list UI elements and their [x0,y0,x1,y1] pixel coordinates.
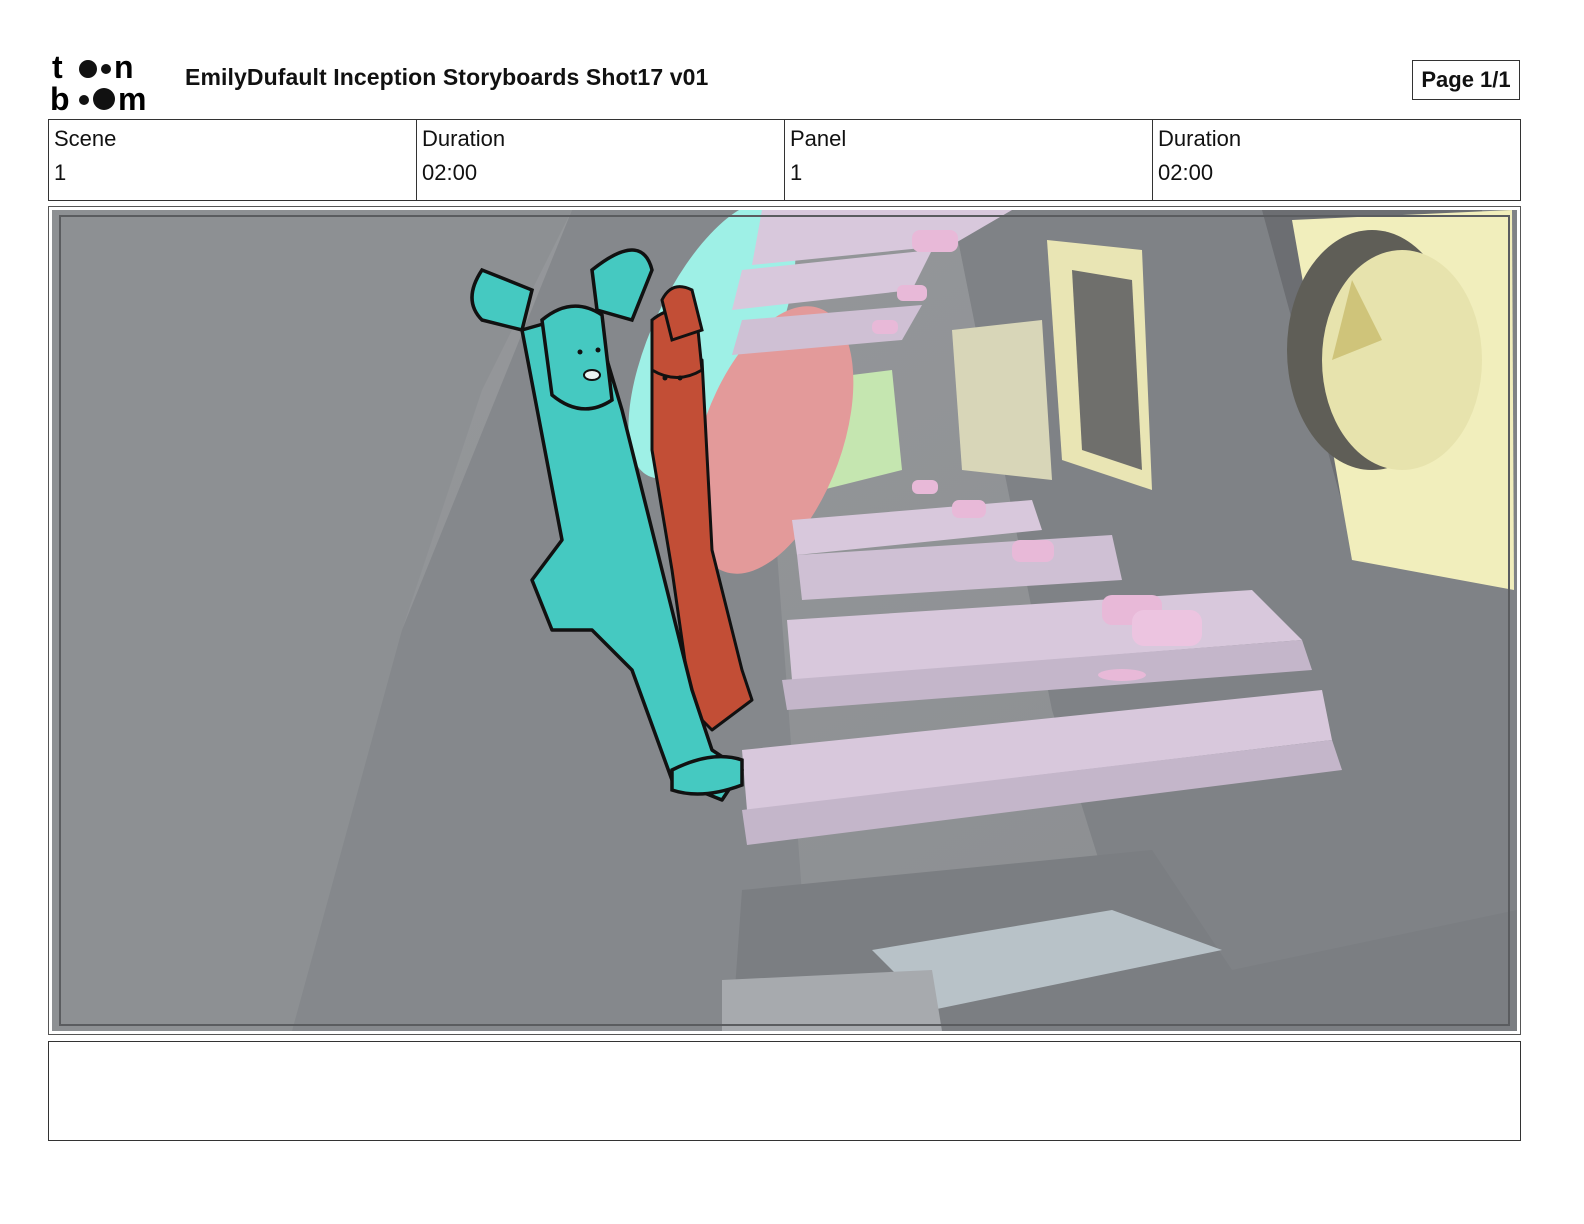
svg-text:b: b [50,81,70,114]
document-title: EmilyDufault Inception Storyboards Shot1… [185,64,709,90]
scene-label: Scene [54,126,117,151]
panel-duration-value: 02:00 [1158,160,1214,185]
scene-duration-value: 02:00 [422,160,478,185]
scene-duration-label: Duration [422,126,506,151]
panel-label: Panel [790,126,847,151]
svg-text:m: m [118,81,146,114]
action-notes-box [48,1041,1521,1141]
panel-duration-cell: Duration 02:00 [1153,120,1520,200]
toonboom-logo: t n b m [50,50,146,114]
scene-value: 1 [54,160,67,185]
page-number: Page 1/1 [1412,60,1520,100]
scene-cell: Scene 1 [49,120,417,200]
panel-duration-label: Duration [1158,126,1242,151]
svg-text:n: n [114,50,134,85]
svg-text:t: t [52,50,63,85]
info-table: Scene 1 Duration 02:00 Panel 1 Duration … [48,119,1521,201]
storyboard-panel-frame [48,206,1521,1035]
panel-cell: Panel 1 [785,120,1153,200]
scene-duration-cell: Duration 02:00 [417,120,785,200]
panel-value: 1 [790,160,803,185]
storyboard-panel-image [52,210,1517,1031]
